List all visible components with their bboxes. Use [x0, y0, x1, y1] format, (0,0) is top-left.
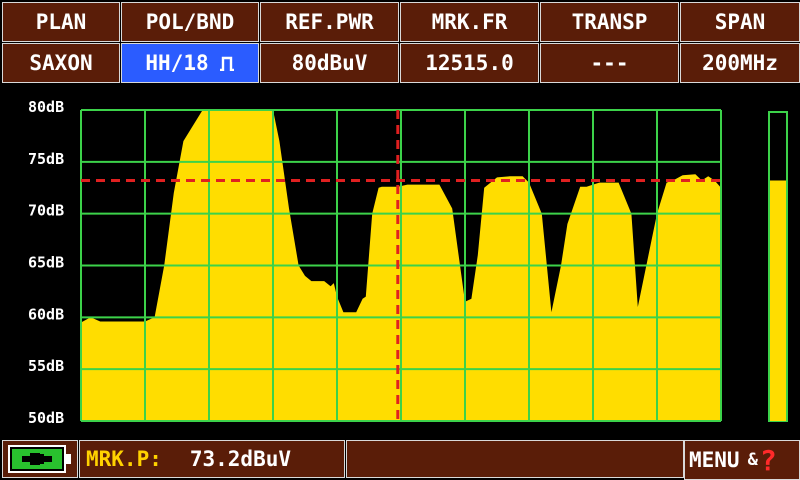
pulse-icon — [219, 56, 234, 71]
marker-power-label: MRK.P: — [86, 447, 162, 471]
header-label-ref-pwr: REF.PWR — [260, 2, 399, 42]
header-label-plan: PLAN — [2, 2, 120, 42]
y-tick-label: 60dB — [28, 305, 64, 323]
battery-status — [2, 440, 78, 478]
spectrum-chart[interactable]: 80dB 75dB 70dB 65dB 60dB 55dB 50dB — [0, 86, 800, 438]
mrk-fr-value[interactable]: 12515.0 — [400, 43, 539, 83]
help-icon: ? — [759, 443, 777, 477]
menu-label: MENU — [689, 448, 740, 472]
header-label-span: SPAN — [680, 2, 800, 42]
marker-power-readout: MRK.P: 73.2dBuV — [79, 440, 345, 478]
footer-bar: MRK.P: 73.2dBuV MENU & ? — [0, 440, 800, 480]
ref-pwr-value[interactable]: 80dBuV — [260, 43, 399, 83]
y-tick-label: 50dB — [28, 409, 64, 427]
header-label-mrk-fr: MRK.FR — [400, 2, 539, 42]
y-tick-label: 80dB — [28, 98, 64, 116]
header-label-transp: TRANSP — [540, 2, 679, 42]
marker-power-value: 73.2dBuV — [189, 447, 292, 471]
pol-bnd-value[interactable]: HH/18 — [121, 43, 259, 83]
header-label-pol-bnd: POL/BND — [121, 2, 259, 42]
menu-amp: & — [747, 450, 758, 470]
status-field — [346, 440, 684, 478]
y-tick-label: 75dB — [28, 150, 64, 168]
menu-help-button[interactable]: MENU & ? — [684, 440, 800, 480]
pol-bnd-text: HH/18 — [145, 51, 209, 75]
plan-value[interactable]: SAXON — [2, 43, 120, 83]
transp-value[interactable]: --- — [540, 43, 679, 83]
span-value[interactable]: 200MHz — [680, 43, 800, 83]
battery-charging-icon — [8, 445, 71, 473]
y-tick-label: 65dB — [28, 254, 64, 272]
y-tick-label: 70dB — [28, 202, 64, 220]
header-bar: PLAN POL/BND REF.PWR MRK.FR TRANSP SPAN … — [0, 0, 800, 84]
spectrum-plot[interactable]: 80dB 75dB 70dB 65dB 60dB 55dB 50dB — [0, 86, 800, 438]
y-tick-label: 55dB — [28, 357, 64, 375]
level-bar-fill — [770, 180, 786, 421]
